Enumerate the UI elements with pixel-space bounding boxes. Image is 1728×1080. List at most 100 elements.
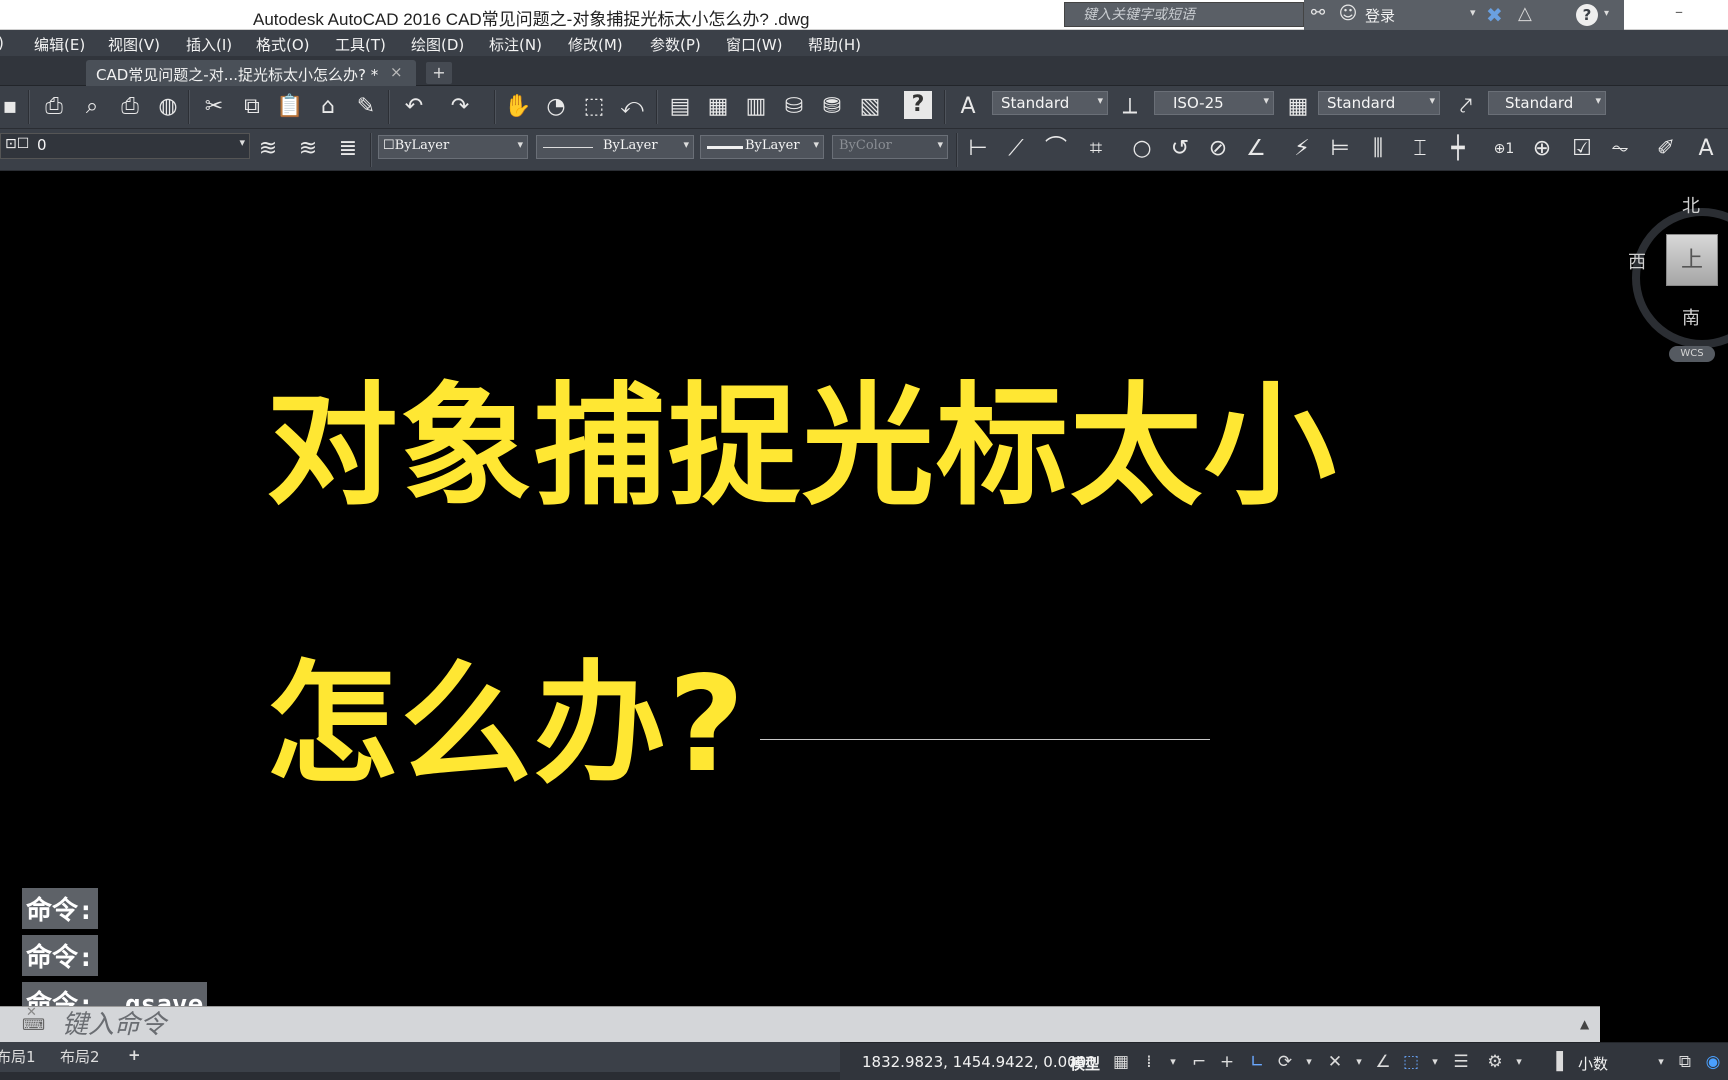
chevron-down-icon[interactable]: ▾: [1508, 1051, 1530, 1073]
drawing-canvas[interactable]: 对象捕捉光标太小 怎么办? 上 北 南 西 WCS 命令: 命令: 命令: _q…: [0, 172, 1728, 1023]
arc-length-icon[interactable]: ⌒: [1040, 133, 1072, 165]
menu-item-edit[interactable]: 编辑(E): [34, 34, 85, 55]
continue-dimension-icon[interactable]: ⫼: [1362, 133, 1394, 165]
paste-icon[interactable]: 📋: [274, 91, 306, 123]
dimension-text-edit-icon[interactable]: A: [1690, 133, 1722, 165]
help-icon[interactable]: ?: [1576, 4, 1598, 26]
chevron-down-icon[interactable]: ▾: [1604, 8, 1609, 19]
diameter-dimension-icon[interactable]: ⊘: [1202, 133, 1234, 165]
multileader-style-icon[interactable]: ⤤: [1450, 91, 1482, 123]
dim-style-icon[interactable]: ⟂: [1114, 91, 1146, 123]
angular-dimension-icon[interactable]: ∠: [1240, 133, 1272, 165]
exchange-icon[interactable]: ✖: [1486, 3, 1503, 27]
snap-icon[interactable]: ⁞: [1138, 1051, 1160, 1073]
tolerance-icon[interactable]: ⊕1: [1488, 133, 1520, 165]
zoom-realtime-icon[interactable]: ◔: [540, 91, 572, 123]
polar-icon[interactable]: ⟳: [1274, 1051, 1296, 1073]
multileader-style-select[interactable]: Standard ▾: [1488, 91, 1606, 115]
menu-item-tools[interactable]: 工具(T): [335, 34, 386, 55]
copy-icon[interactable]: ⧉: [236, 91, 268, 123]
menu-item-format[interactable]: 格式(O): [256, 34, 310, 55]
ortho-icon[interactable]: ∟: [1246, 1051, 1268, 1073]
infer-constraints-icon[interactable]: ⌐: [1188, 1051, 1210, 1073]
plot-icon[interactable]: ⎙: [38, 91, 70, 123]
viewcube-south[interactable]: 南: [1682, 304, 1700, 330]
layer-properties-icon[interactable]: ≋: [252, 133, 284, 165]
add-layout-button[interactable]: +: [128, 1046, 141, 1068]
menu-item-partial[interactable]: ): [0, 34, 4, 52]
publish-icon[interactable]: ⎙: [114, 91, 146, 123]
isodraft-icon[interactable]: ✕: [1324, 1051, 1346, 1073]
baseline-dimension-icon[interactable]: ⊨: [1324, 133, 1356, 165]
chevron-down-icon[interactable]: ▾: [1650, 1051, 1672, 1073]
drawn-line[interactable]: [760, 739, 1210, 740]
center-mark-icon[interactable]: ⊕: [1526, 133, 1558, 165]
design-center-icon[interactable]: ▦: [702, 91, 734, 123]
3d-dwf-icon[interactable]: ◍: [152, 91, 184, 123]
zoom-window-icon[interactable]: ⬚: [578, 91, 610, 123]
chevron-down-icon[interactable]: ▾: [1162, 1051, 1184, 1073]
grid-icon[interactable]: ▦: [1110, 1051, 1132, 1073]
table-style-icon[interactable]: ▦: [1282, 91, 1314, 123]
properties-icon[interactable]: ▤: [664, 91, 696, 123]
tab-layout1[interactable]: 布局1: [0, 1046, 36, 1068]
lineweight-icon[interactable]: ☰: [1450, 1051, 1472, 1073]
dim-style-select[interactable]: ISO-25 ▾: [1154, 91, 1274, 115]
viewcube-north[interactable]: 北: [1682, 192, 1700, 218]
chevron-down-icon[interactable]: ▾: [1424, 1051, 1446, 1073]
jogged-dimension-icon[interactable]: ↺: [1164, 133, 1196, 165]
linear-dimension-icon[interactable]: ⊢: [962, 133, 994, 165]
customization-icon[interactable]: ◉: [1702, 1051, 1724, 1073]
command-customize-icon[interactable]: ⌨: [22, 1015, 45, 1035]
layer-current-icon[interactable]: ≋: [292, 133, 324, 165]
jogged-linear-icon[interactable]: ⏦: [1604, 133, 1636, 165]
linetype-select[interactable]: ByLayer ▾: [536, 135, 694, 159]
chevron-down-icon[interactable]: ▾: [1298, 1051, 1320, 1073]
search-box[interactable]: [1064, 2, 1304, 27]
aligned-dimension-icon[interactable]: ⟋: [1000, 133, 1032, 165]
quick-dimension-icon[interactable]: ⚡: [1286, 133, 1318, 165]
menu-item-modify[interactable]: 修改(M): [568, 34, 623, 55]
chevron-down-icon[interactable]: ▾: [1470, 6, 1476, 19]
object-snap-icon[interactable]: ⬚: [1400, 1051, 1422, 1073]
pan-icon[interactable]: ✋: [502, 91, 534, 123]
save-icon[interactable]: ▪: [0, 91, 26, 123]
clean-screen-icon[interactable]: ⧉: [1674, 1051, 1696, 1073]
help-icon[interactable]: ?: [904, 91, 932, 119]
menu-item-draw[interactable]: 绘图(D): [411, 34, 464, 55]
lineweight-select[interactable]: ByLayer ▾: [700, 135, 824, 159]
a360-icon[interactable]: △: [1518, 3, 1532, 24]
sheet-set-icon[interactable]: ⛁: [778, 91, 810, 123]
cut-icon[interactable]: ✂: [198, 91, 230, 123]
match-properties-icon[interactable]: ⌂: [312, 91, 344, 123]
object-snap-tracking-icon[interactable]: ∠: [1372, 1051, 1394, 1073]
chevron-up-icon[interactable]: ▲: [1580, 1017, 1589, 1031]
gear-icon[interactable]: ⚙: [1484, 1051, 1506, 1073]
chevron-down-icon[interactable]: ▾: [1348, 1051, 1370, 1073]
units-display[interactable]: 小数: [1578, 1053, 1608, 1074]
dimension-break-icon[interactable]: ┿: [1442, 133, 1474, 165]
layer-previous-icon[interactable]: ≣: [332, 133, 364, 165]
menu-item-view[interactable]: 视图(V): [108, 34, 160, 55]
radius-dimension-icon[interactable]: ○: [1126, 133, 1158, 165]
menu-item-dimension[interactable]: 标注(N): [489, 34, 542, 55]
minimize-button[interactable]: –: [1664, 2, 1694, 26]
command-input[interactable]: [62, 1011, 1462, 1039]
viewcube-top-face[interactable]: 上: [1666, 234, 1718, 286]
menu-item-insert[interactable]: 插入(I): [186, 34, 232, 55]
dimension-space-icon[interactable]: ⌶: [1404, 133, 1436, 165]
layer-select[interactable]: ⊡☐ 0 ▾: [0, 133, 250, 159]
close-icon[interactable]: ×: [390, 63, 403, 81]
text-style-icon[interactable]: A: [952, 91, 984, 123]
model-space-toggle[interactable]: 模型: [1070, 1053, 1100, 1074]
viewcube-west[interactable]: 西: [1628, 248, 1646, 274]
markup-icon[interactable]: ⛃: [816, 91, 848, 123]
tool-palettes-icon[interactable]: ▥: [740, 91, 772, 123]
undo-icon[interactable]: ↶: [398, 91, 430, 123]
login-button[interactable]: 登录: [1365, 5, 1395, 26]
plot-preview-icon[interactable]: ⌕: [76, 91, 108, 123]
dimension-edit-icon[interactable]: ✐: [1650, 133, 1682, 165]
color-select[interactable]: ☐ByLayer ▾: [378, 135, 528, 159]
zoom-previous-icon[interactable]: ⤺: [616, 91, 648, 123]
wcs-menu[interactable]: WCS: [1669, 346, 1715, 362]
